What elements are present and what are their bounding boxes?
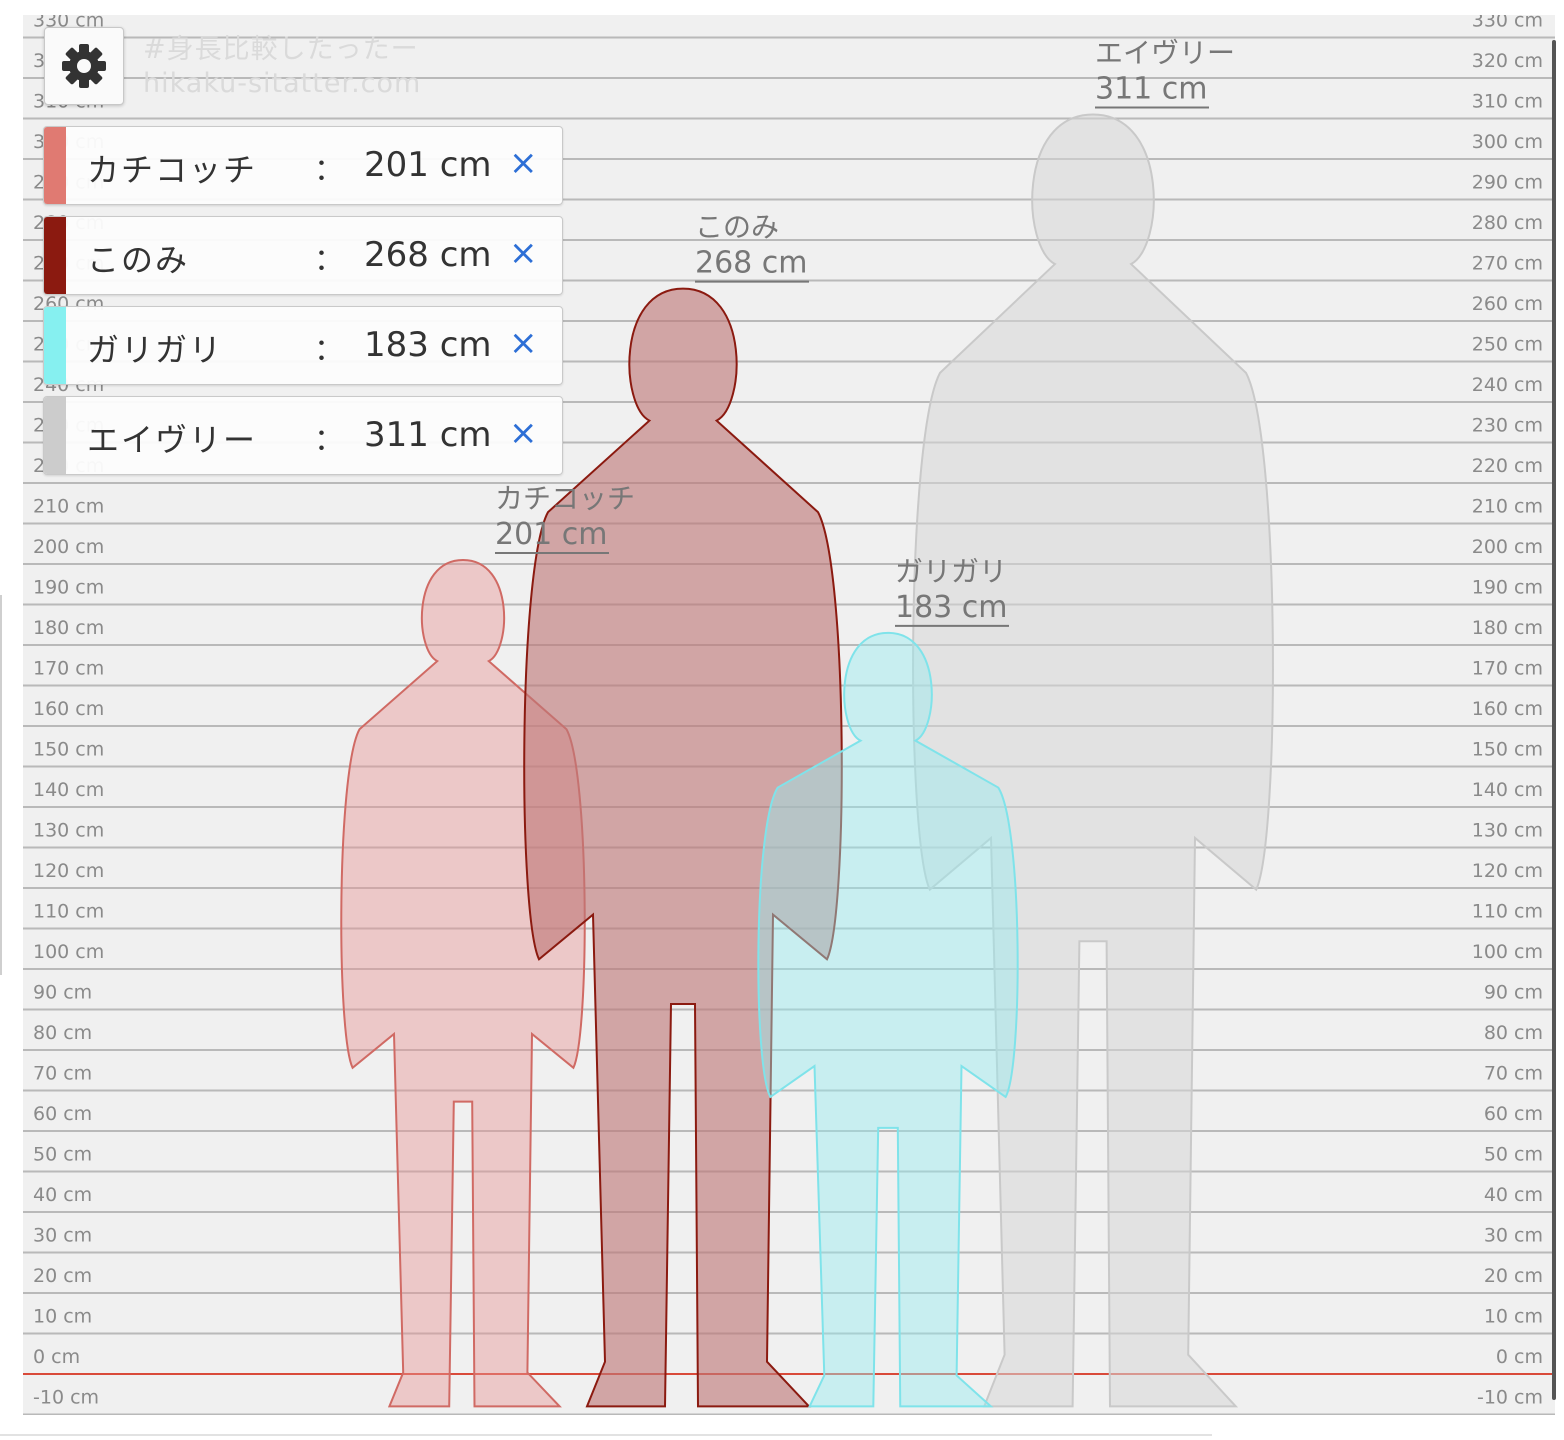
tick-label-left: 80 cm [33, 1022, 92, 1044]
tick-label-right: 20 cm [1484, 1265, 1543, 1287]
tick-label-left: 40 cm [33, 1184, 92, 1206]
tick-label-right: 10 cm [1484, 1306, 1543, 1328]
legend-separator: ： [314, 333, 344, 368]
tick-label-right: 80 cm [1484, 1022, 1543, 1044]
tick-label-right: 140 cm [1472, 779, 1543, 801]
tick-label-right: 0 cm [1496, 1346, 1543, 1368]
legend-swatch [44, 307, 66, 384]
figure-name-label: このみ [695, 211, 779, 244]
tick-label-right: 240 cm [1472, 374, 1543, 396]
watermark: #身長比較したったー hikaku-sitatter.com [143, 33, 421, 101]
legend-name: エイヴリー [87, 421, 258, 459]
tick-label-left: 20 cm [33, 1265, 92, 1287]
tick-label-right: 320 cm [1472, 50, 1543, 72]
tick-label-right: 30 cm [1484, 1225, 1543, 1247]
legend-swatch [44, 127, 66, 204]
legend-separator: ： [314, 153, 344, 188]
gear-icon [62, 44, 106, 88]
tick-label-right: 100 cm [1472, 941, 1543, 963]
legend-height: 268 cm [364, 235, 492, 275]
close-icon[interactable]: × [509, 413, 538, 453]
legend-separator: ： [314, 243, 344, 278]
tick-label-left: 60 cm [33, 1103, 92, 1125]
watermark-title: #身長比較したったー [143, 34, 419, 65]
tick-label-left: 140 cm [33, 779, 104, 801]
close-icon[interactable]: × [509, 143, 538, 183]
tick-label-right: 280 cm [1472, 212, 1543, 234]
legend-row-avery[interactable]: エイヴリー ： 311 cm × [43, 396, 563, 475]
tick-label-left: 30 cm [33, 1225, 92, 1247]
tick-label-left: 190 cm [33, 577, 104, 599]
figure-name-label: ガリガリ [895, 555, 1007, 588]
legend-row-kachikocchi[interactable]: カチコッチ ： 201 cm × [43, 126, 563, 205]
tick-label-left: 100 cm [33, 941, 104, 963]
tick-label-right: 210 cm [1472, 496, 1543, 518]
tick-label-right: 130 cm [1472, 820, 1543, 842]
tick-label-right: 50 cm [1484, 1144, 1543, 1166]
watermark-url: hikaku-sitatter.com [143, 68, 422, 99]
tick-label-right: 260 cm [1472, 293, 1543, 315]
tick-label-left: 130 cm [33, 820, 104, 842]
tick-label-right: 250 cm [1472, 334, 1543, 356]
legend-swatch [44, 397, 66, 474]
tick-label-right: 90 cm [1484, 982, 1543, 1004]
tick-label-right: 300 cm [1472, 131, 1543, 153]
legend-height: 311 cm [364, 415, 492, 455]
tick-label-left: 170 cm [33, 658, 104, 680]
tick-label-right: 170 cm [1472, 658, 1543, 680]
tick-label-right: 120 cm [1472, 860, 1543, 882]
tick-label-right: 290 cm [1472, 172, 1543, 194]
tick-label-right: 330 cm [1472, 15, 1543, 32]
tick-label-left: 160 cm [33, 698, 104, 720]
tick-label-right: 190 cm [1472, 577, 1543, 599]
legend-name: カチコッチ [87, 151, 258, 189]
tick-label-right: 70 cm [1484, 1063, 1543, 1085]
scrollbar[interactable] [1552, 40, 1556, 1400]
left-edge-divider [0, 595, 2, 975]
legend-row-konomi[interactable]: このみ ： 268 cm × [43, 216, 563, 295]
settings-button[interactable] [44, 27, 124, 105]
close-icon[interactable]: × [509, 323, 538, 363]
tick-label-right: 200 cm [1472, 536, 1543, 558]
close-icon[interactable]: × [509, 233, 538, 273]
figure-height-label: 311 cm [1095, 71, 1208, 106]
legend-name: このみ [87, 241, 190, 279]
figure-height-label: 268 cm [695, 246, 808, 281]
legend-separator: ： [314, 423, 344, 458]
tick-label-left: 120 cm [33, 860, 104, 882]
tick-label-left: 180 cm [33, 617, 104, 639]
tick-label-left: 50 cm [33, 1144, 92, 1166]
tick-label-right: 60 cm [1484, 1103, 1543, 1125]
tick-label-left: 10 cm [33, 1306, 92, 1328]
figure-name-label: エイヴリー [1095, 36, 1235, 69]
tick-label-right: 40 cm [1484, 1184, 1543, 1206]
tick-label-left: 200 cm [33, 536, 104, 558]
tick-label-right: 270 cm [1472, 253, 1543, 275]
tick-label-right: 110 cm [1472, 901, 1543, 923]
legend-height: 183 cm [364, 325, 492, 365]
bottom-divider [0, 1434, 1212, 1436]
tick-label-right: -10 cm [1477, 1387, 1543, 1409]
tick-label-right: 150 cm [1472, 739, 1543, 761]
figure-name-label: カチコッチ [495, 482, 635, 515]
tick-label-left: 0 cm [33, 1346, 80, 1368]
legend-name: ガリガリ [87, 331, 224, 369]
tick-label-left: -10 cm [33, 1387, 99, 1409]
tick-label-left: 110 cm [33, 901, 104, 923]
tick-label-right: 310 cm [1472, 91, 1543, 113]
legend-row-garigari[interactable]: ガリガリ ： 183 cm × [43, 306, 563, 385]
legend-swatch [44, 217, 66, 294]
tick-label-right: 220 cm [1472, 455, 1543, 477]
tick-label-left: 90 cm [33, 982, 92, 1004]
legend-height: 201 cm [364, 145, 492, 185]
tick-label-left: 150 cm [33, 739, 104, 761]
tick-label-left: 210 cm [33, 496, 104, 518]
tick-label-right: 180 cm [1472, 617, 1543, 639]
tick-label-right: 160 cm [1472, 698, 1543, 720]
figure-height-label: 183 cm [895, 590, 1008, 625]
tick-label-left: 70 cm [33, 1063, 92, 1085]
figure-height-label: 201 cm [495, 517, 608, 552]
tick-label-right: 230 cm [1472, 415, 1543, 437]
